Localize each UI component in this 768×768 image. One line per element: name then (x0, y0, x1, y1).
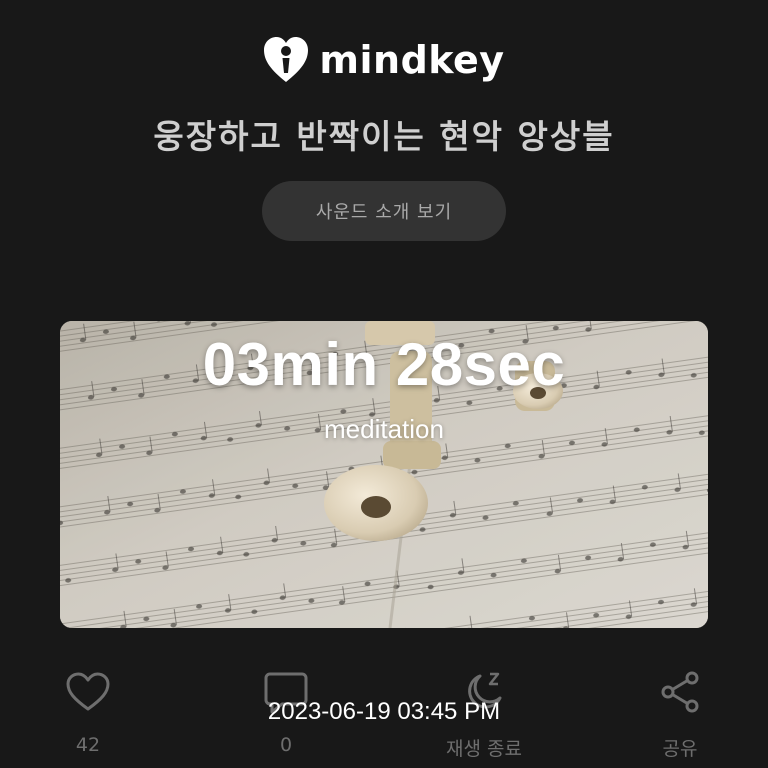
mindkey-logo-icon (264, 37, 309, 82)
played-datetime: 2023-06-19 03:45 PM (267, 698, 501, 725)
share-label: 공유 (662, 738, 698, 760)
comment-count: 0 (279, 734, 293, 756)
like-count: 42 (75, 734, 101, 756)
sleep-timer-label: 재생 종료 (446, 738, 522, 760)
playback-timer: 03min 28sec (202, 331, 566, 398)
app-logo: mindkey (0, 36, 768, 84)
sound-intro-button[interactable]: 사운드 소개 보기 (262, 181, 506, 241)
sound-category: meditation (324, 414, 444, 444)
logo-text: mindkey (319, 38, 505, 82)
sound-title: 웅장하고 반짝이는 현악 앙상블 (153, 117, 615, 156)
